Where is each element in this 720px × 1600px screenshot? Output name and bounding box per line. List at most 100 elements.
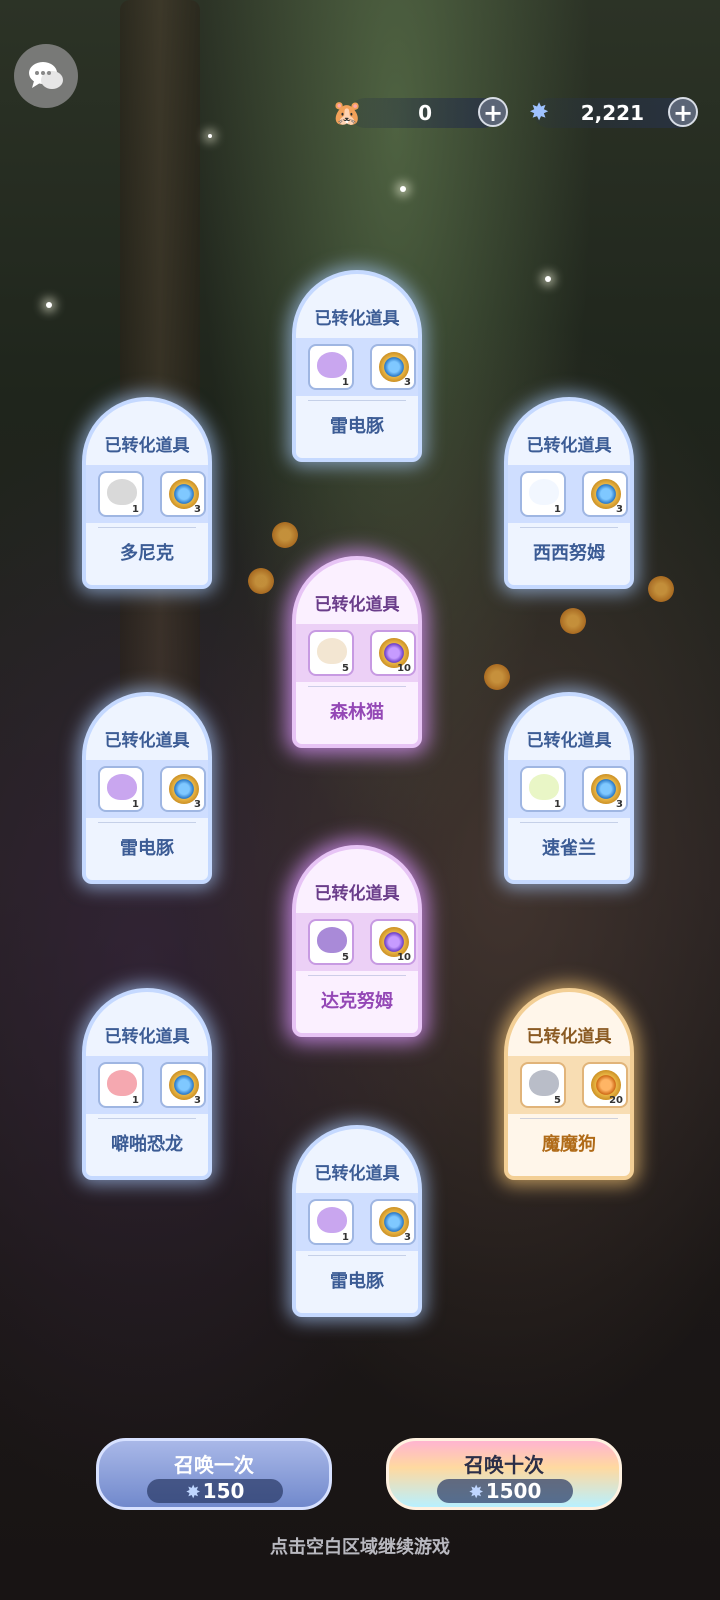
background-flower	[248, 568, 274, 594]
card-title: 已转化道具	[104, 731, 190, 751]
speech-bubbles-icon	[29, 62, 63, 89]
pet-name: 噼啪恐龙	[111, 1134, 183, 1155]
pet-count: 1	[132, 1095, 139, 1106]
reward-card[interactable]: 已转化道具 5 10 森林猫	[292, 556, 422, 748]
pet-icon	[317, 352, 347, 378]
pet-icon	[317, 638, 347, 664]
coin-item-slot[interactable]: 3	[582, 471, 628, 517]
card-divider	[308, 1255, 406, 1256]
coin-item-slot[interactable]: 20	[582, 1062, 628, 1108]
card-title: 已转化道具	[314, 1164, 400, 1184]
card-title: 已转化道具	[526, 1027, 612, 1047]
coin-count: 20	[609, 1095, 623, 1106]
firefly-sparkle	[545, 276, 551, 282]
card-divider	[98, 822, 196, 823]
pet-icon	[529, 1070, 559, 1096]
pet-name: 多尼克	[120, 543, 174, 564]
summon-once-cost-value: 150	[202, 1479, 245, 1503]
add-pet-token-button[interactable]: +	[478, 97, 508, 127]
pet-name: 森林猫	[330, 702, 384, 723]
star-crystal-icon: ✸	[528, 98, 550, 126]
card-divider	[98, 527, 196, 528]
coin-item-slot[interactable]: 3	[370, 1199, 416, 1245]
card-divider	[520, 1118, 618, 1119]
pet-name: 雷电豚	[120, 838, 174, 859]
pet-icon	[107, 479, 137, 505]
pet-icon	[107, 774, 137, 800]
pet-token-value: 0	[418, 101, 432, 125]
pet-icon	[529, 774, 559, 800]
coin-item-slot[interactable]: 10	[370, 919, 416, 965]
reward-card[interactable]: 已转化道具 1 3 西西努姆	[504, 397, 634, 589]
background-tree	[120, 0, 200, 760]
coin-count: 3	[616, 799, 623, 810]
firefly-sparkle	[46, 302, 52, 308]
continue-hint[interactable]: 点击空白区域继续游戏	[0, 1533, 720, 1559]
coin-count: 3	[194, 799, 201, 810]
reward-card[interactable]: 已转化道具 1 3 速雀兰	[504, 692, 634, 884]
pet-token-icon: 🐹	[332, 99, 362, 127]
card-divider	[520, 822, 618, 823]
pet-item-slot[interactable]: 5	[308, 919, 354, 965]
card-title: 已转化道具	[314, 309, 400, 329]
card-title: 已转化道具	[104, 1027, 190, 1047]
pet-count: 1	[342, 1232, 349, 1243]
coin-count: 3	[404, 377, 411, 388]
reward-card[interactable]: 已转化道具 5 10 达克努姆	[292, 845, 422, 1037]
pet-icon	[107, 1070, 137, 1096]
background-flower	[484, 664, 510, 690]
star-crystal-icon: ✸	[468, 1482, 484, 1503]
pet-count: 5	[342, 663, 349, 674]
pet-item-slot[interactable]: 1	[520, 471, 566, 517]
pet-count: 1	[132, 799, 139, 810]
pet-name: 雷电豚	[330, 1271, 384, 1292]
coin-item-slot[interactable]: 10	[370, 630, 416, 676]
card-title: 已转化道具	[314, 595, 400, 615]
pet-count: 1	[554, 799, 561, 810]
card-title: 已转化道具	[104, 436, 190, 456]
star-crystal-value: 2,221	[580, 101, 644, 125]
coin-item-slot[interactable]: 3	[160, 471, 206, 517]
summon-ten-button[interactable]: 召唤十次 ✸ 1500	[386, 1438, 622, 1510]
pet-item-slot[interactable]: 1	[520, 766, 566, 812]
coin-item-slot[interactable]: 3	[160, 1062, 206, 1108]
pet-item-slot[interactable]: 1	[98, 471, 144, 517]
background-flower	[272, 522, 298, 548]
summon-once-cost: ✸ 150	[147, 1479, 283, 1503]
coin-count: 10	[397, 952, 411, 963]
summon-ten-cost: ✸ 1500	[437, 1479, 573, 1503]
summon-ten-label: 召唤十次	[464, 1453, 544, 1477]
reward-card[interactable]: 已转化道具 1 3 噼啪恐龙	[82, 988, 212, 1180]
reward-card[interactable]: 已转化道具 1 3 多尼克	[82, 397, 212, 589]
pet-item-slot[interactable]: 5	[308, 630, 354, 676]
summon-ten-cost-value: 1500	[485, 1479, 542, 1503]
reward-card[interactable]: 已转化道具 1 3 雷电豚	[292, 270, 422, 462]
pet-item-slot[interactable]: 1	[98, 766, 144, 812]
coin-count: 3	[194, 504, 201, 515]
pet-item-slot[interactable]: 1	[308, 1199, 354, 1245]
pet-name: 魔魔狗	[542, 1134, 596, 1155]
summon-once-label: 召唤一次	[174, 1453, 254, 1477]
coin-item-slot[interactable]: 3	[370, 344, 416, 390]
pet-item-slot[interactable]: 1	[98, 1062, 144, 1108]
card-divider	[308, 400, 406, 401]
firefly-sparkle	[208, 134, 212, 138]
summon-once-button[interactable]: 召唤一次 ✸ 150	[96, 1438, 332, 1510]
reward-card[interactable]: 已转化道具 5 20 魔魔狗	[504, 988, 634, 1180]
coin-item-slot[interactable]: 3	[160, 766, 206, 812]
reward-card[interactable]: 已转化道具 1 3 雷电豚	[292, 1125, 422, 1317]
card-title: 已转化道具	[526, 731, 612, 751]
card-divider	[308, 975, 406, 976]
pet-name: 达克努姆	[321, 991, 393, 1012]
reward-card[interactable]: 已转化道具 1 3 雷电豚	[82, 692, 212, 884]
pet-count: 5	[554, 1095, 561, 1106]
coin-item-slot[interactable]: 3	[582, 766, 628, 812]
pet-item-slot[interactable]: 5	[520, 1062, 566, 1108]
pet-item-slot[interactable]: 1	[308, 344, 354, 390]
add-star-crystal-button[interactable]: +	[668, 97, 698, 127]
background-flower	[648, 576, 674, 602]
card-title: 已转化道具	[314, 884, 400, 904]
pet-name: 速雀兰	[542, 838, 596, 859]
chat-button[interactable]	[14, 44, 78, 108]
pet-name: 西西努姆	[533, 543, 605, 564]
